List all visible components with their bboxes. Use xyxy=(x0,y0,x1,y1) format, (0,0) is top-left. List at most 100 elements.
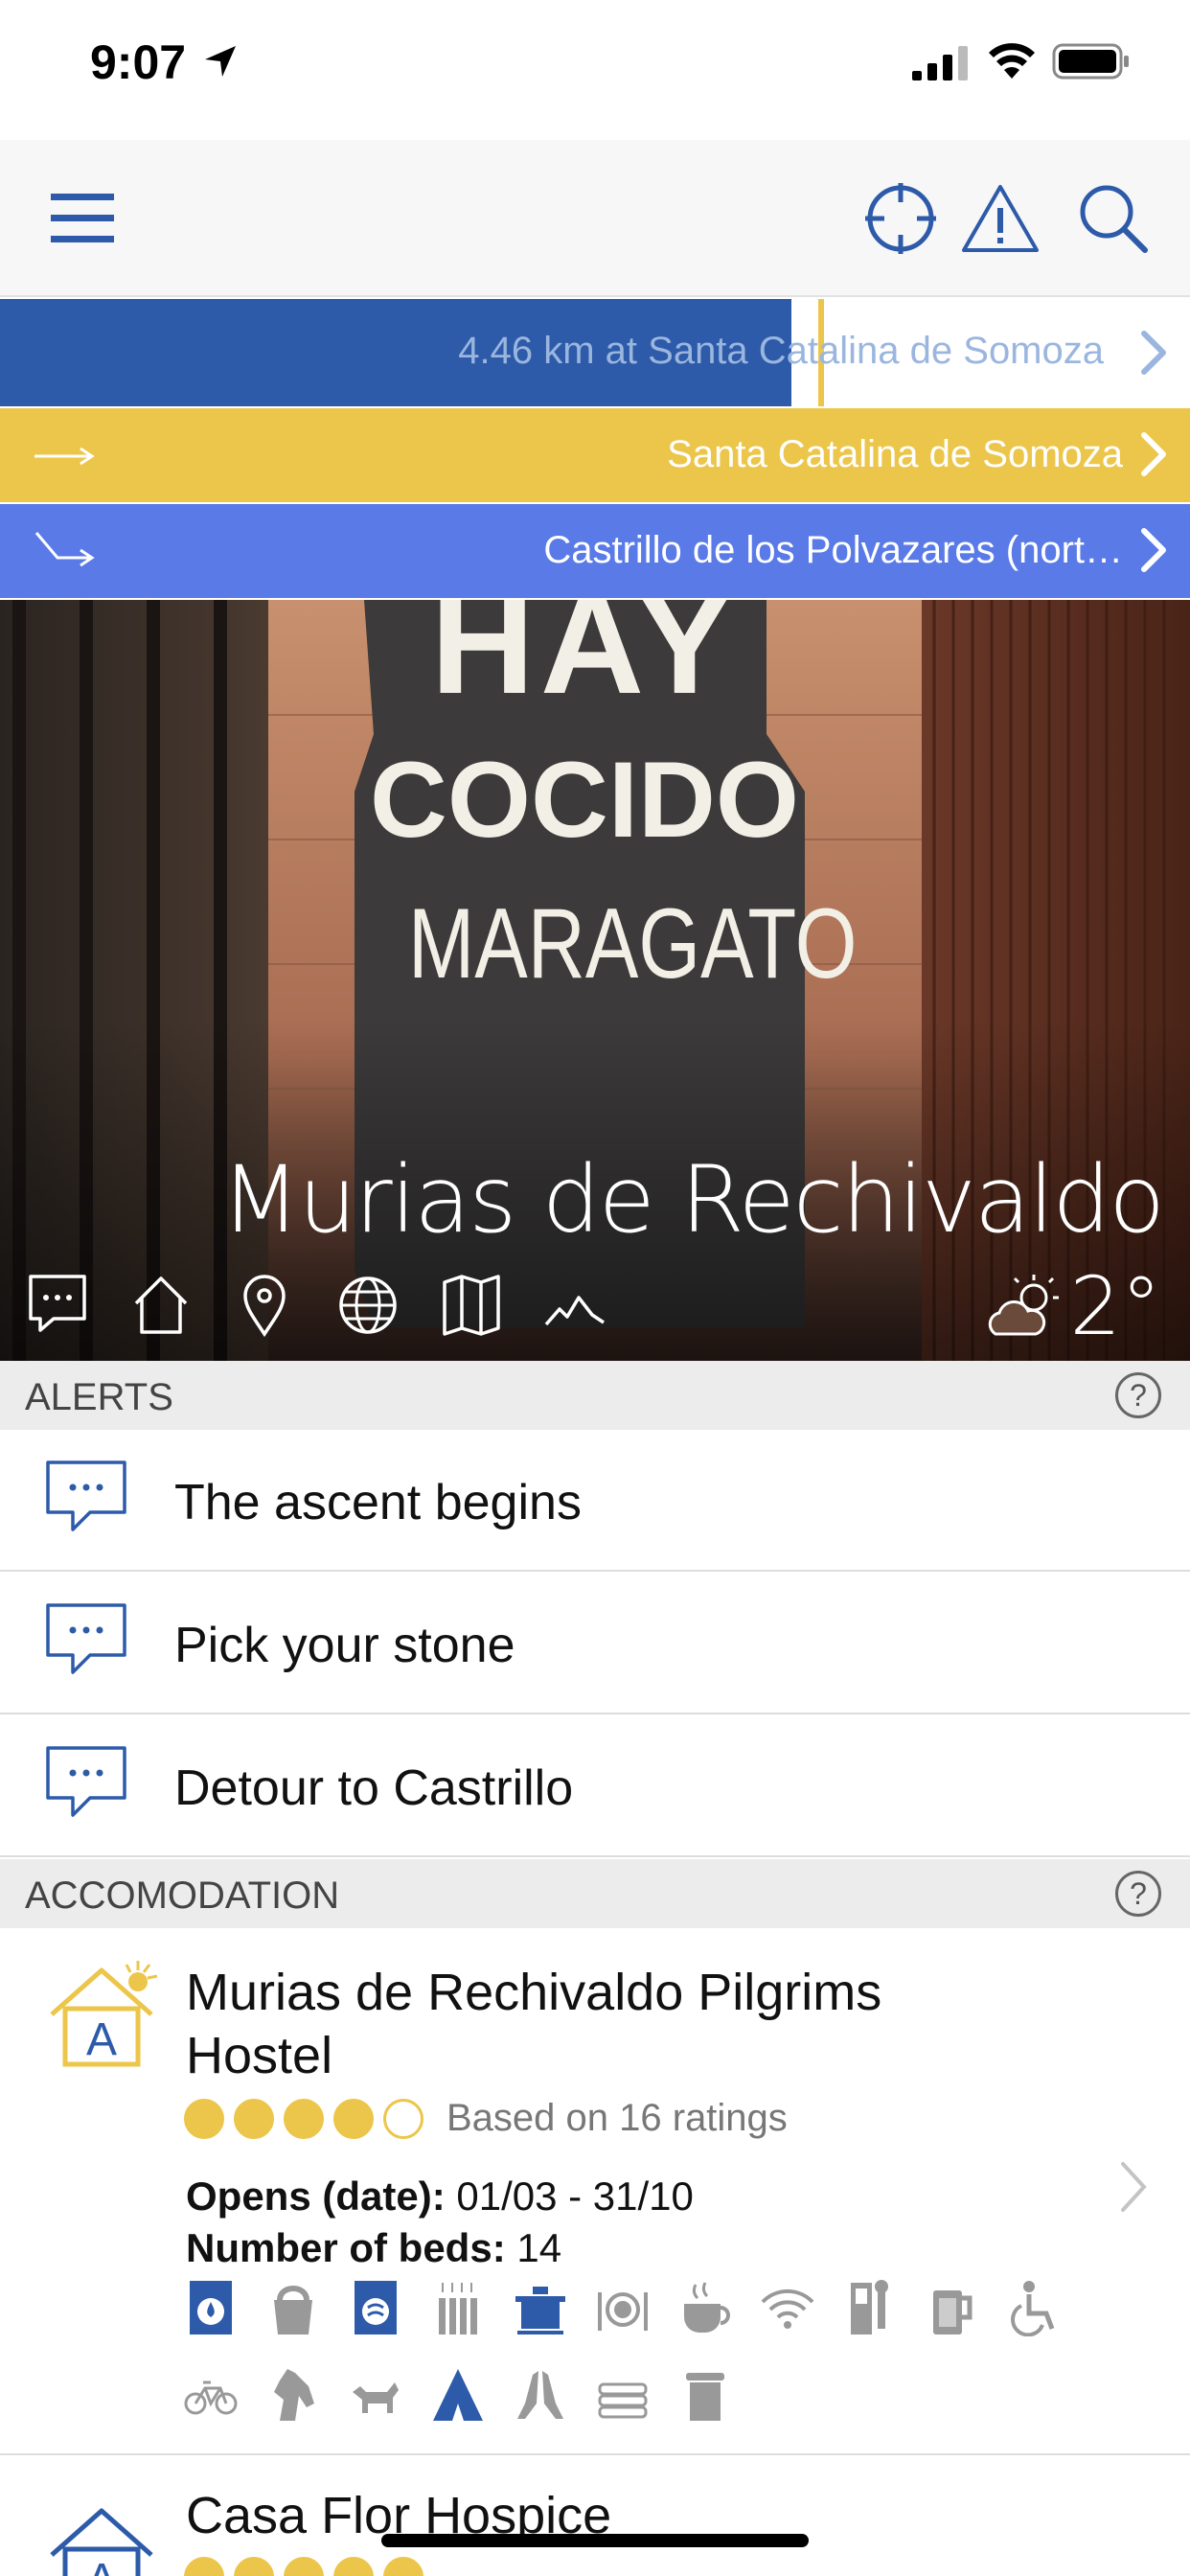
straight-arrow-icon xyxy=(34,447,95,466)
logo-letter: A xyxy=(86,2555,117,2576)
comment-icon[interactable] xyxy=(27,1271,88,1338)
elevation-icon[interactable] xyxy=(544,1271,606,1338)
rating-dot xyxy=(234,2557,274,2576)
map-pin-icon[interactable] xyxy=(234,1271,295,1338)
diagonal-down-arrow-icon xyxy=(34,532,95,567)
town-icon-bar xyxy=(27,1271,606,1347)
linens-icon xyxy=(598,2382,648,2419)
cooking-pot-icon xyxy=(515,2287,565,2334)
opens-row: Opens (date): 01/03 - 31/10 xyxy=(186,2174,694,2220)
beds-value: 14 xyxy=(516,2225,562,2270)
comment-icon xyxy=(46,1460,126,1531)
vending-machine-icon xyxy=(851,2280,888,2334)
accommodation-header: ACCOMODATION ? xyxy=(0,1859,1190,1928)
globe-icon[interactable] xyxy=(337,1271,399,1338)
section-title: ALERTS xyxy=(25,1376,173,1418)
restaurant-icon xyxy=(598,2292,648,2331)
horse-icon xyxy=(274,2369,314,2421)
comment-icon xyxy=(46,1603,126,1674)
town-name: Murias de Rechivaldo xyxy=(220,1146,1165,1254)
praying-hands-icon xyxy=(517,2371,563,2419)
opens-value: 01/03 - 31/10 xyxy=(456,2174,694,2219)
alert-item[interactable]: Pick your stone xyxy=(0,1573,1190,1714)
alert-title: The ascent begins xyxy=(174,1475,582,1530)
chevron-right-icon xyxy=(1141,432,1166,476)
rating-dot-empty xyxy=(383,2098,423,2139)
tent-icon xyxy=(433,2369,483,2421)
partly-cloudy-icon xyxy=(988,1275,1059,1336)
dog-icon xyxy=(353,2382,399,2413)
beds-label: Number of beds: xyxy=(186,2225,506,2270)
towel-icon xyxy=(686,2373,724,2421)
rating-dot xyxy=(284,2557,324,2576)
accommodation-item[interactable]: A Casa Flor Hospice xyxy=(0,2457,1190,2576)
crosshair-icon xyxy=(865,183,936,254)
rating: Based on 16 ratings xyxy=(184,2097,788,2140)
menu-button[interactable] xyxy=(42,178,123,259)
rating-dot-filled xyxy=(333,2098,374,2139)
hostel-logo-icon: A xyxy=(50,2508,153,2576)
battery-icon xyxy=(1052,43,1129,80)
opens-label: Opens (date): xyxy=(186,2174,446,2219)
home-indicator[interactable] xyxy=(381,2534,809,2547)
alert-title: Detour to Castrillo xyxy=(174,1760,574,1816)
help-icon[interactable]: ? xyxy=(1115,1871,1161,1917)
town-hero: HAY COCIDO MARAGATO Murias de Rechivaldo xyxy=(0,600,1190,1361)
warning-button[interactable] xyxy=(960,178,1041,259)
chevron-right-icon xyxy=(1141,528,1166,572)
chevron-right-icon xyxy=(1121,2162,1147,2212)
accommodation-name: Murias de Rechivaldo Pilgrims Hostel xyxy=(186,1964,882,2084)
route-destination: Castrillo de los Polvazares (nort… xyxy=(543,529,1123,571)
signal-icon xyxy=(912,46,968,80)
route-destination: Santa Catalina de Somoza xyxy=(667,433,1123,475)
weather: 2° xyxy=(986,1259,1161,1353)
hamburger-icon xyxy=(51,194,114,242)
photo-sign-text: HAY COCIDO MARAGATO xyxy=(364,600,857,1016)
alert-item[interactable]: Detour to Castrillo xyxy=(0,1715,1190,1857)
hostel-logo-icon: A xyxy=(50,1961,158,2067)
wifi-icon xyxy=(761,2288,814,2329)
rating-text: Based on 16 ratings xyxy=(446,2097,788,2139)
washing-machine-icon xyxy=(190,2281,232,2334)
help-icon[interactable]: ? xyxy=(1115,1372,1161,1418)
section-title: ACCOMODATION xyxy=(25,1874,340,1917)
route-row-blue[interactable]: Castrillo de los Polvazares (nort… xyxy=(0,504,1190,598)
rating-dots xyxy=(184,2098,423,2139)
beds-row: Number of beds: 14 xyxy=(186,2225,561,2271)
location-arrow-icon xyxy=(205,46,236,77)
map-icon[interactable] xyxy=(441,1271,502,1338)
laundry-basket-icon xyxy=(274,2286,312,2334)
home-icon[interactable] xyxy=(130,1271,192,1338)
amenities-row xyxy=(184,2279,1062,2336)
rating-dot-filled xyxy=(284,2098,324,2139)
alert-title: Pick your stone xyxy=(174,1618,515,1673)
temperature: 2° xyxy=(1069,1259,1161,1353)
rating-dots xyxy=(184,2557,423,2576)
status-time: 9:07 xyxy=(90,35,187,89)
logo-letter: A xyxy=(86,2014,117,2065)
alert-item[interactable]: The ascent begins xyxy=(0,1430,1190,1572)
sign-line: HAY xyxy=(430,600,739,724)
coffee-icon xyxy=(684,2282,730,2333)
rating-dot xyxy=(333,2557,374,2576)
locate-button[interactable] xyxy=(860,178,941,259)
progress-bar[interactable]: 4.46 km at Santa Catalina de Somoza xyxy=(0,299,1190,406)
search-icon xyxy=(1080,185,1148,253)
wheelchair-icon xyxy=(1011,2281,1055,2336)
bicycle-icon xyxy=(184,2380,238,2415)
wifi-icon xyxy=(989,43,1035,79)
rating-dot-filled xyxy=(234,2098,274,2139)
accommodation-item[interactable]: A Murias de Rechivaldo Pilgrims Hostel B… xyxy=(0,1928,1190,2455)
rating-dot xyxy=(383,2557,423,2576)
route-row-yellow[interactable]: Santa Catalina de Somoza xyxy=(0,408,1190,502)
alerts-header: ALERTS ? xyxy=(0,1361,1190,1430)
search-button[interactable] xyxy=(1073,178,1154,259)
amenities-row xyxy=(184,2365,732,2423)
warning-icon xyxy=(962,185,1039,252)
chevron-right-icon xyxy=(1141,331,1166,375)
comment-icon xyxy=(46,1746,126,1817)
rating-dot-filled xyxy=(184,2098,224,2139)
status-bar: 9:07 xyxy=(0,0,1190,134)
progress-text: 4.46 km at Santa Catalina de Somoza xyxy=(458,330,1104,372)
heating-icon xyxy=(439,2283,477,2334)
